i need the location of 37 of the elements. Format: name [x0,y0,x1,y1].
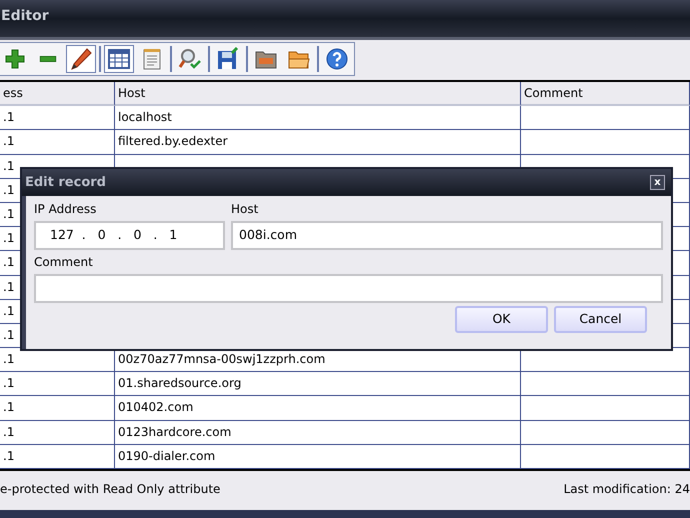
table-cell: .1 [0,130,115,155]
table-cell: localhost [115,106,521,130]
column-header[interactable]: Host [115,82,521,106]
ip-address-field[interactable]: 127 . 0 . 0 . 1 [34,221,225,250]
table-cell: .1 [0,106,115,130]
table-button[interactable] [104,45,134,73]
table-cell: .1 [0,348,115,372]
pencil-button[interactable] [66,45,96,73]
table-cell: filtered.by.edexter [115,130,521,155]
host-field[interactable]: 008i.com [231,221,663,250]
table-icon [107,47,131,71]
dialog-button[interactable]: Cancel [554,306,647,333]
minus-icon [38,56,58,62]
table-cell: 01.sharedsource.org [115,372,521,396]
close-button[interactable]: x [650,175,665,190]
modification-text: Last modification: 24 [564,481,690,498]
dialog-button[interactable]: OK [455,306,548,333]
table-cell: 010402.com [115,396,521,421]
field-label: IP Address [34,201,98,218]
help-icon [325,47,349,71]
status-text: e-protected with Read Only attribute [0,481,220,498]
column-header[interactable]: Comment [521,82,690,106]
comment-field[interactable] [34,274,663,303]
table-cell: .1 [0,420,115,445]
field-label: Host [231,201,260,218]
column-header[interactable]: ess [0,82,115,106]
window-title: Editor [1,7,49,26]
table-cell: 0123hardcore.com [115,420,521,445]
table-cell: .1 [0,444,115,469]
floppy-disk-icon [216,47,240,71]
field-label: Comment [34,254,93,271]
pencil-icon [69,47,93,71]
table-cell: .1 [0,372,115,396]
table-cell: 0190-dialer.com [115,444,521,469]
magnifier-check-icon [178,47,202,71]
plus-icon [3,47,27,71]
table-cell: .1 [0,396,115,421]
